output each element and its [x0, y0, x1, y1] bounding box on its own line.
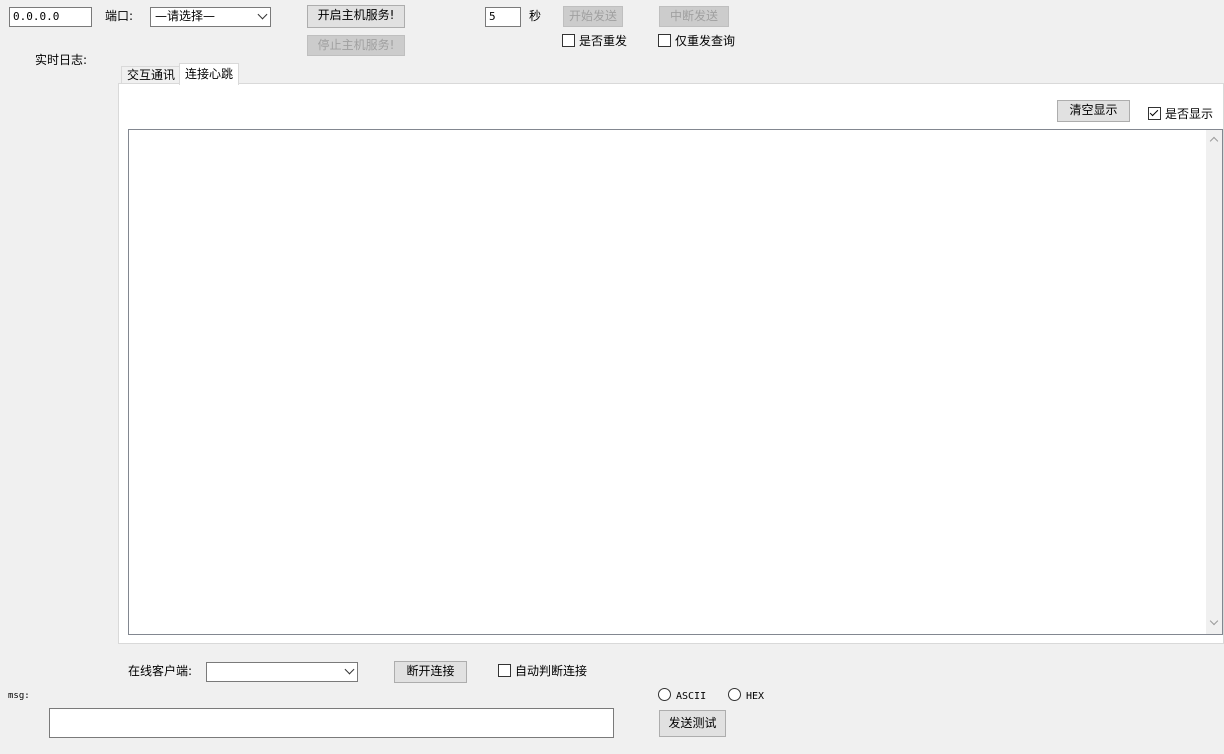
start-service-button[interactable]: 开启主机服务!: [307, 5, 405, 28]
checkbox-box: [562, 34, 575, 47]
hex-radio[interactable]: HEX: [728, 688, 764, 705]
online-clients-label: 在线客户端:: [128, 664, 193, 678]
radio-circle: [658, 688, 671, 701]
ip-address-input[interactable]: 0.0.0.0: [9, 7, 92, 27]
start-send-button[interactable]: 开始发送: [563, 6, 623, 27]
stop-service-button[interactable]: 停止主机服务!: [307, 35, 405, 56]
show-log-label: 是否显示: [1165, 107, 1214, 121]
auto-disconnect-label: 自动判断连接: [515, 664, 588, 678]
interval-unit-label: 秒: [529, 9, 542, 23]
log-label: 实时日志:: [35, 53, 88, 67]
chevron-down-icon: [257, 9, 268, 20]
port-select-value: —请选择—: [155, 9, 216, 23]
checkbox-box: [658, 34, 671, 47]
stop-send-button[interactable]: 中断发送: [659, 6, 729, 27]
log-scrollbar[interactable]: [1206, 130, 1222, 634]
checkbox-box: [498, 664, 511, 677]
online-clients-select[interactable]: [206, 662, 358, 682]
tab-heartbeat[interactable]: 连接心跳: [179, 63, 240, 85]
chevron-down-icon: [344, 664, 355, 675]
log-textarea[interactable]: [128, 129, 1223, 635]
show-log-checkbox[interactable]: 是否显示: [1148, 106, 1213, 122]
clear-display-button[interactable]: 清空显示: [1057, 100, 1130, 122]
auto-disconnect-checkbox[interactable]: 自动判断连接: [498, 663, 587, 679]
ascii-radio[interactable]: ASCII: [658, 688, 706, 705]
resend-checkbox[interactable]: 是否重发: [562, 33, 627, 49]
port-label: 端口:: [105, 9, 134, 23]
scroll-up-icon[interactable]: [1209, 136, 1219, 146]
port-select[interactable]: —请选择—: [150, 7, 271, 27]
disconnect-button[interactable]: 断开连接: [394, 661, 467, 683]
send-test-button[interactable]: 发送测试: [659, 710, 726, 737]
radio-circle: [728, 688, 741, 701]
tab-interaction[interactable]: 交互通讯: [121, 66, 182, 84]
interval-input[interactable]: 5: [485, 7, 521, 27]
hex-label: HEX: [746, 691, 765, 702]
resend-query-label: 仅重发查询: [675, 34, 736, 48]
msg-input[interactable]: [49, 708, 614, 738]
checkbox-box-checked: [1148, 107, 1161, 120]
msg-label: msg:: [8, 691, 30, 701]
resend-query-checkbox[interactable]: 仅重发查询: [658, 33, 735, 49]
resend-label: 是否重发: [579, 34, 628, 48]
ascii-label: ASCII: [676, 691, 707, 702]
scroll-down-icon[interactable]: [1209, 616, 1219, 626]
